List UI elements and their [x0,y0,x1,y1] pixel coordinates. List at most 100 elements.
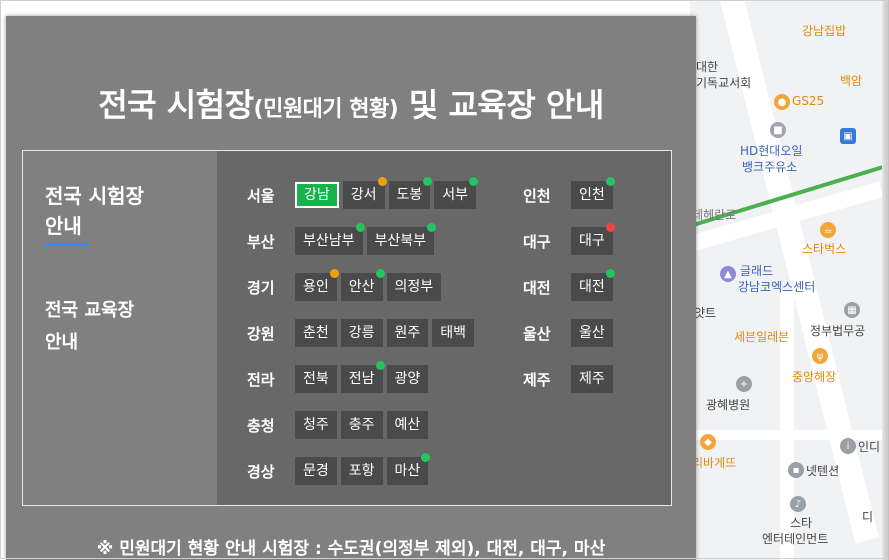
music-icon[interactable]: ♪ [790,496,806,512]
wait-status-indicator [421,453,431,462]
region-row: 서울 강남 강서 도봉 서부 [247,177,480,209]
region-name: 대전 [523,278,551,297]
restaurant-icon[interactable]: ψ [812,348,828,364]
exam-site-button[interactable]: 강릉 [340,319,383,347]
exam-site-label: 의정부 [394,279,434,295]
map-label[interactable]: 디 [862,508,873,525]
exam-site-button[interactable]: 예산 [386,411,429,439]
exam-site-button[interactable]: 의정부 [386,273,442,301]
map-label[interactable]: 세븐일레븐 [734,328,789,345]
exam-site-button[interactable]: 울산 [571,319,613,347]
map-label[interactable]: 엔터테인먼트 [762,530,828,547]
hospital-icon[interactable]: + [736,376,752,392]
exam-site-label: 전북 [303,371,329,387]
map-label[interactable]: 넷텐션 [806,462,839,479]
exam-site-button[interactable]: 전남 [340,361,385,393]
exam-site-button[interactable]: 제주 [571,365,613,393]
map-label[interactable]: 대한 [696,58,718,75]
map-label[interactable]: 인디 [858,438,880,455]
wait-status-indicator [375,269,385,278]
info-icon[interactable]: i [840,438,856,454]
region-name: 서울 [247,186,275,205]
exam-site-button[interactable]: 충주 [340,411,383,439]
map-label[interactable]: 얏트 [694,304,716,321]
region-row: 전라 전북 전남 광양 [247,361,432,393]
hotel-icon[interactable]: ▲ [720,266,736,282]
wait-status-indicator [377,177,387,186]
wait-status-indicator [469,177,479,186]
title-main: 전국 시험장 [98,86,254,124]
nav-edu-line2: 안내 [45,332,79,353]
exam-site-label: 전남 [348,371,375,387]
exam-site-label: 태백 [440,325,467,341]
exam-site-button[interactable]: 태백 [432,319,475,347]
exam-site-label: 제주 [579,371,605,387]
exam-site-button[interactable]: 용인 [295,269,339,301]
region-name: 부산 [247,232,275,251]
bakery-icon[interactable]: ◆ [700,434,716,450]
wait-status-indicator [605,177,615,186]
map-label[interactable]: 스타 [790,514,812,531]
map-label[interactable]: 강남코엑스센터 [738,278,815,295]
bus-stop-icon[interactable]: ▣ [840,128,856,144]
map-background[interactable]: 강남집밥 백암 대한 기독교서회 ● GS25 ■ ▣ HD현대오일 뱅크주유소… [690,0,889,560]
exam-site-label: 강남 [304,187,330,203]
gas-station-icon[interactable]: ■ [770,122,786,138]
exam-site-button[interactable]: 대전 [571,269,615,301]
map-label[interactable]: 백암 [840,72,862,89]
map-label[interactable]: 기독교서회 [696,74,751,91]
map-label[interactable]: 강남집밥 [802,22,846,39]
exam-site-button[interactable]: 안산 [340,269,385,301]
exam-site-button[interactable]: 마산 [386,453,431,485]
app-window: 강남집밥 백암 대한 기독교서회 ● GS25 ■ ▣ HD현대오일 뱅크주유소… [0,0,889,560]
map-label[interactable]: 스타벅스 [802,240,846,257]
exam-site-button[interactable]: 서부 [434,177,479,209]
map-label[interactable]: HD현대오일 [740,142,802,159]
exam-site-label: 부산남부 [303,233,355,249]
map-label[interactable]: GS25 [792,94,824,108]
exam-site-button[interactable]: 전북 [295,365,337,393]
building-icon[interactable]: ▦ [844,302,860,318]
exam-site-button[interactable]: 청주 [295,411,337,439]
exam-site-button[interactable]: 강남 [295,182,339,208]
nav-education-sites[interactable]: 전국 교육장 안내 [45,295,134,359]
wait-status-indicator [375,361,385,370]
region-row: 대전 대전 [523,269,617,301]
map-label[interactable]: 테헤란로 [692,206,736,223]
nav-exam-sites[interactable]: 전국 시험장 안내 [45,181,144,246]
exam-site-button[interactable]: 도봉 [388,177,433,209]
exam-site-button[interactable]: 강서 [342,177,387,209]
map-label[interactable]: 중앙해장 [792,368,836,385]
info-overlay-panel: 전국 시험장(민원대기 현황) 및 교육장 안내 전국 시험장 안내 전국 교육… [6,16,696,560]
exam-site-label: 강릉 [348,325,375,341]
exam-site-button[interactable]: 광양 [386,365,429,393]
exam-site-button[interactable]: 춘천 [295,319,337,347]
exam-site-label: 인천 [579,187,605,203]
region-row: 부산 부산남부 부산북부 [247,223,438,255]
exam-site-label: 청주 [303,417,329,433]
map-label[interactable]: 뱅크주유소 [742,158,797,175]
exam-site-button[interactable]: 부산남부 [295,223,365,255]
exam-site-label: 광양 [394,371,421,387]
exam-site-button[interactable]: 원주 [386,319,429,347]
map-label[interactable]: 광혜병원 [706,396,750,413]
exam-site-button[interactable]: 문경 [295,457,337,485]
cafe-icon[interactable]: ☕ [820,222,836,238]
building-icon[interactable]: ▪ [788,462,804,478]
nav-exam-line1: 전국 시험장 [45,184,144,208]
exam-site-label: 문경 [303,463,329,479]
exam-site-button[interactable]: 부산북부 [366,223,437,255]
region-row: 경상 문경 포항 마산 [247,453,432,485]
exam-site-button[interactable]: 대구 [571,223,615,255]
exam-site-button[interactable]: 포항 [340,457,383,485]
region-name: 경상 [247,462,275,481]
store-icon[interactable]: ● [774,94,790,110]
exam-site-label: 예산 [394,417,421,433]
map-label[interactable]: 글래드 [740,262,773,279]
map-label[interactable]: 정부법무공 [810,322,865,339]
region-row: 인천 인천 [523,177,617,209]
region-name: 충청 [247,416,275,435]
map-label[interactable]: 리바게뜨 [692,454,736,471]
exam-site-label: 안산 [348,279,375,295]
exam-site-button[interactable]: 인천 [571,177,615,209]
